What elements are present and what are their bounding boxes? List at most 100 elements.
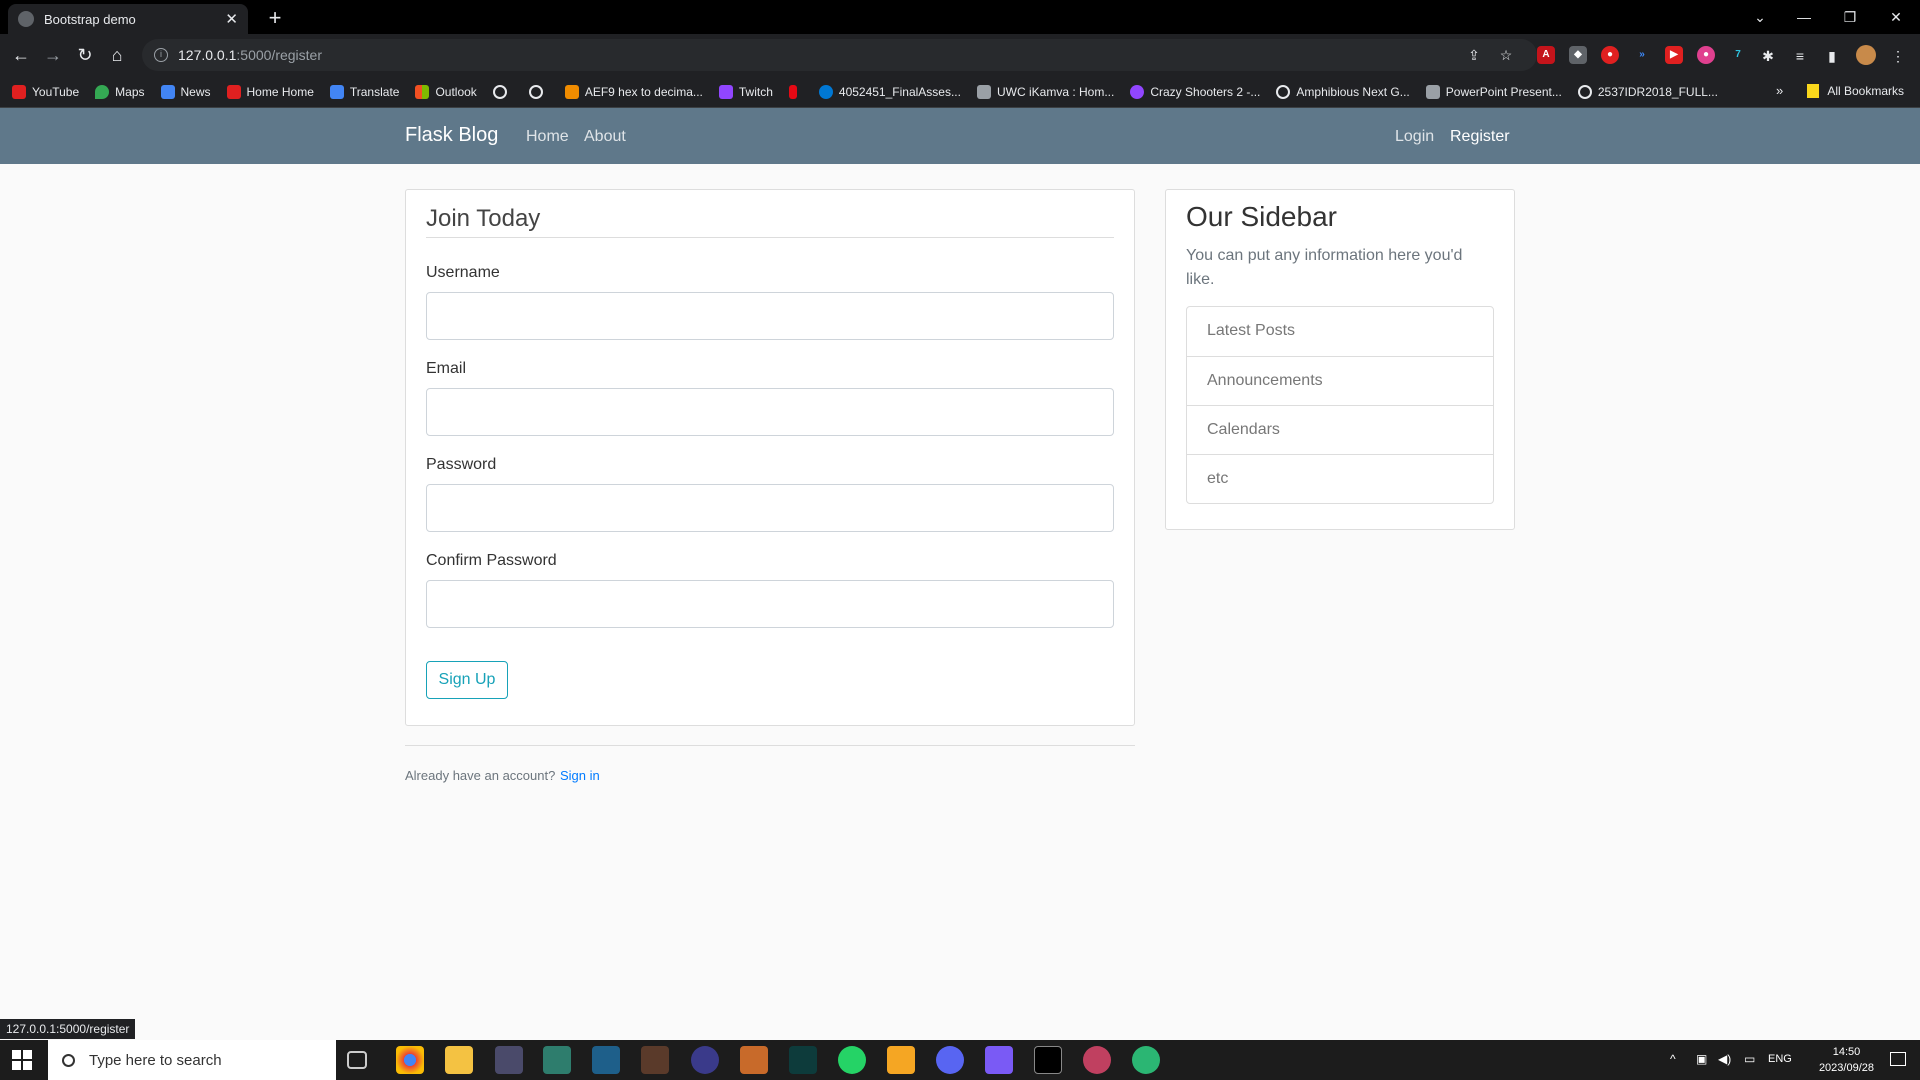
- confirm-password-input[interactable]: [426, 580, 1114, 628]
- profile-avatar[interactable]: [1856, 45, 1876, 65]
- brand-link[interactable]: Flask Blog: [405, 124, 498, 147]
- sidebar-item-etc[interactable]: etc: [1187, 454, 1493, 503]
- restore-icon[interactable]: ❐: [1828, 4, 1872, 30]
- all-bookmarks[interactable]: All Bookmarks: [1807, 84, 1904, 98]
- already-account-text: Already have an account?: [405, 768, 556, 783]
- app-taskbar-icon[interactable]: [985, 1046, 1013, 1074]
- app-taskbar-icon[interactable]: [592, 1046, 620, 1074]
- bookmark-label: UWC iKamva : Hom...: [996, 84, 1115, 99]
- bookmark-netflix[interactable]: [788, 84, 803, 99]
- bookmark-hex[interactable]: AEF9 hex to decima...: [564, 84, 703, 99]
- extension-icon[interactable]: ▶: [1665, 46, 1683, 64]
- network-icon[interactable]: ▭: [1744, 1052, 1755, 1066]
- bookmark-crazy-shooters[interactable]: Crazy Shooters 2 -...: [1130, 84, 1260, 99]
- extension-icon[interactable]: ◆: [1569, 46, 1587, 64]
- bookmark-globe[interactable]: [492, 84, 513, 99]
- app-taskbar-icon[interactable]: [1132, 1046, 1160, 1074]
- clock[interactable]: 14:50 2023/09/28: [1819, 1044, 1874, 1076]
- app-taskbar-icon[interactable]: [543, 1046, 571, 1074]
- media-control-icon[interactable]: ≡: [1790, 46, 1810, 66]
- chrome-taskbar-icon[interactable]: [396, 1046, 424, 1074]
- bookmark-youtube[interactable]: YouTube: [12, 84, 79, 99]
- extension-icon[interactable]: ●: [1601, 46, 1619, 64]
- tab-search-icon[interactable]: ⌄: [1738, 4, 1782, 30]
- taskbar-search[interactable]: Type here to search: [48, 1040, 336, 1080]
- windows-start-icon[interactable]: [12, 1050, 32, 1070]
- url-path: :5000/register: [236, 47, 322, 63]
- side-panel-icon[interactable]: ▮: [1822, 46, 1842, 66]
- email-input[interactable]: [426, 388, 1114, 436]
- extensions-puzzle-icon[interactable]: ✱: [1758, 46, 1778, 66]
- bookmark-powerpoint[interactable]: PowerPoint Present...: [1425, 84, 1562, 99]
- window-close-icon[interactable]: ✕: [1874, 4, 1918, 30]
- nav-register[interactable]: Register: [1450, 128, 1510, 146]
- file-explorer-icon[interactable]: [445, 1046, 473, 1074]
- nav-home[interactable]: Home: [526, 128, 569, 146]
- tray-chevron-icon[interactable]: ^: [1670, 1052, 1676, 1066]
- app-taskbar-icon[interactable]: [789, 1046, 817, 1074]
- bookmarks-overflow-icon[interactable]: »: [1776, 83, 1783, 98]
- discord-icon[interactable]: [936, 1046, 964, 1074]
- task-view-icon[interactable]: [347, 1051, 367, 1069]
- nav-login[interactable]: Login: [1395, 128, 1434, 146]
- sidebar-item-announcements[interactable]: Announcements: [1187, 356, 1493, 405]
- nav-about[interactable]: About: [584, 128, 626, 146]
- password-input[interactable]: [426, 484, 1114, 532]
- bookmark-label: 2537IDR2018_FULL...: [1597, 84, 1718, 99]
- app-taskbar-icon[interactable]: [740, 1046, 768, 1074]
- address-bar[interactable]: i 127.0.0.1:5000/register: [142, 39, 1537, 71]
- site-navbar: [0, 108, 1920, 164]
- bookmark-outlook[interactable]: Outlook: [415, 84, 477, 99]
- bookmark-globe[interactable]: [528, 84, 549, 99]
- bookmark-onedrive[interactable]: 4052451_FinalAsses...: [818, 84, 961, 99]
- menu-icon[interactable]: ⋮: [1888, 46, 1908, 66]
- maps-icon: [95, 84, 110, 99]
- tab-close-icon[interactable]: ✕: [225, 10, 238, 28]
- extension-icon[interactable]: »: [1633, 46, 1651, 64]
- sidebar-list: Latest Posts Announcements Calendars etc: [1186, 306, 1494, 504]
- browser-tab[interactable]: Bootstrap demo ✕: [8, 4, 248, 34]
- tray-app-icon[interactable]: ▣: [1696, 1052, 1707, 1066]
- share-icon[interactable]: ⇪: [1464, 45, 1484, 65]
- notification-icon[interactable]: [1890, 1052, 1906, 1066]
- bookmark-home-home[interactable]: Home Home: [226, 84, 314, 99]
- site-info-icon[interactable]: i: [154, 48, 168, 62]
- bookmark-translate[interactable]: Translate: [329, 84, 399, 99]
- bookmark-news[interactable]: News: [160, 84, 211, 99]
- minimize-icon[interactable]: —: [1782, 4, 1826, 30]
- terminal-icon[interactable]: [1034, 1046, 1062, 1074]
- sign-up-button[interactable]: Sign Up: [426, 661, 508, 699]
- username-input[interactable]: [426, 292, 1114, 340]
- register-form-card: [405, 189, 1135, 726]
- bookmark-maps[interactable]: Maps: [95, 84, 145, 99]
- sign-in-link[interactable]: Sign in: [560, 768, 600, 783]
- onedrive-icon: [818, 84, 833, 99]
- url-host: 127.0.0.1: [178, 47, 237, 63]
- sidebar-item-latest-posts[interactable]: Latest Posts: [1187, 307, 1493, 356]
- bookmark-ikamva[interactable]: UWC iKamva : Hom...: [976, 84, 1115, 99]
- app-taskbar-icon[interactable]: [887, 1046, 915, 1074]
- extension-icon[interactable]: 7: [1729, 46, 1747, 64]
- app-taskbar-icon[interactable]: [641, 1046, 669, 1074]
- app-taskbar-icon[interactable]: [1083, 1046, 1111, 1074]
- extension-icon[interactable]: ●: [1697, 46, 1715, 64]
- back-icon[interactable]: ←: [8, 42, 34, 68]
- globe-icon: [528, 84, 543, 99]
- bookmark-star-icon[interactable]: ☆: [1496, 45, 1516, 65]
- app-taskbar-icon[interactable]: [691, 1046, 719, 1074]
- whatsapp-icon[interactable]: [838, 1046, 866, 1074]
- new-tab-icon[interactable]: +: [262, 5, 288, 31]
- home-icon[interactable]: ⌂: [104, 42, 130, 68]
- forward-icon[interactable]: →: [40, 42, 66, 68]
- bookmark-amphibious[interactable]: Amphibious Next G...: [1276, 84, 1410, 99]
- adblock-extension-icon[interactable]: A: [1537, 46, 1555, 64]
- sidebar-item-calendars[interactable]: Calendars: [1187, 405, 1493, 454]
- bookmark-2537[interactable]: 2537IDR2018_FULL...: [1577, 84, 1718, 99]
- bookmark-label: PowerPoint Present...: [1445, 84, 1562, 99]
- volume-icon[interactable]: ◀): [1718, 1052, 1731, 1066]
- app-taskbar-icon[interactable]: [495, 1046, 523, 1074]
- bookmark-twitch[interactable]: Twitch: [718, 84, 773, 99]
- sidebar-text: You can put any information here you'd l…: [1186, 247, 1463, 288]
- language-indicator[interactable]: ENG: [1768, 1053, 1792, 1065]
- reload-icon[interactable]: ↻: [72, 42, 98, 68]
